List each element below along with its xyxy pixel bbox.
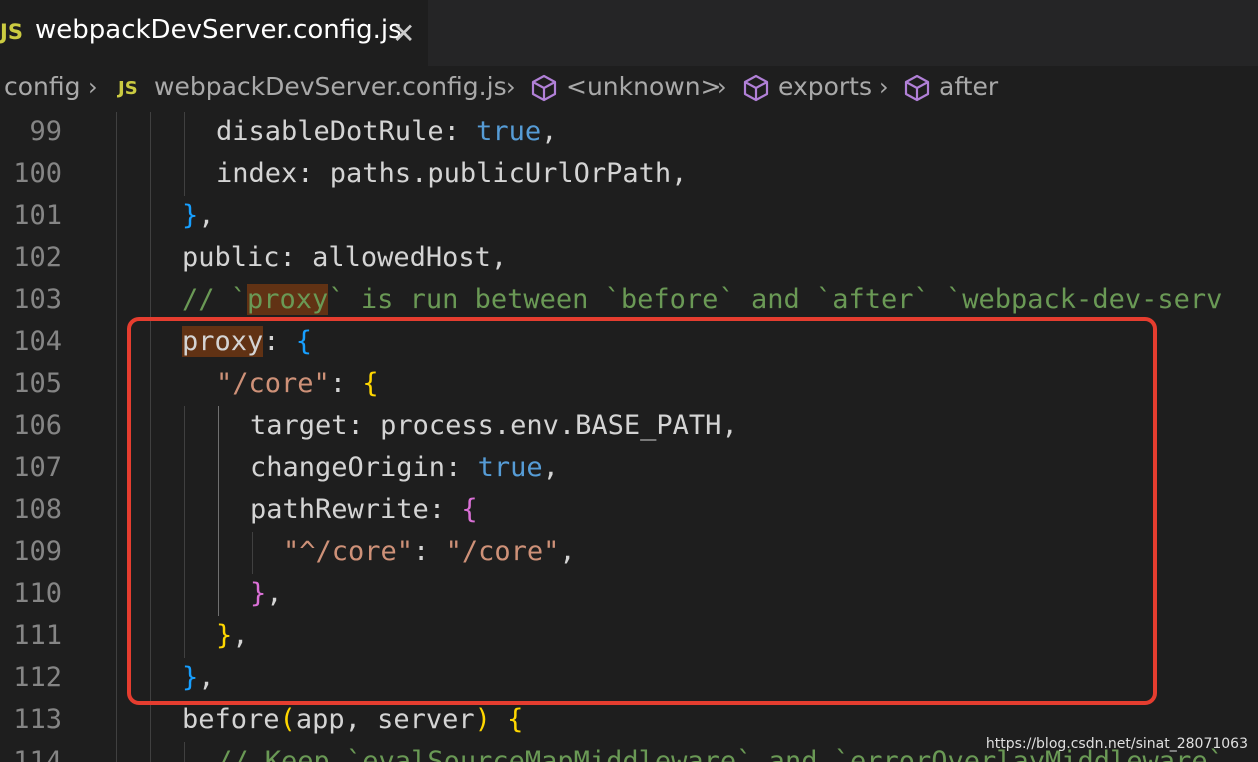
breadcrumb-item-file[interactable]: webpackDevServer.config.js bbox=[154, 72, 507, 101]
code-text: index: paths.publicUrlOrPath, bbox=[216, 158, 688, 189]
code-text: disableDotRule: true, bbox=[216, 116, 558, 147]
line-number: 103 bbox=[13, 284, 62, 315]
line-number: 102 bbox=[13, 242, 62, 273]
breadcrumb-item-exports[interactable]: exports bbox=[778, 72, 872, 101]
breadcrumb: config › JS webpackDevServer.config.js ›… bbox=[0, 66, 1258, 112]
code-line: 103 // `proxy` is run between `before` a… bbox=[0, 280, 1258, 322]
code-text: public: allowedHost, bbox=[182, 242, 508, 273]
line-number: 111 bbox=[13, 620, 62, 651]
line-number: 99 bbox=[29, 116, 62, 147]
chevron-right-icon: › bbox=[88, 73, 98, 101]
line-number: 107 bbox=[13, 452, 62, 483]
chevron-right-icon: › bbox=[506, 73, 516, 101]
line-number: 105 bbox=[13, 368, 62, 399]
breadcrumb-item-config[interactable]: config bbox=[4, 72, 81, 101]
code-text: }, bbox=[182, 200, 215, 231]
line-number: 108 bbox=[13, 494, 62, 525]
code-line: 102 public: allowedHost, bbox=[0, 238, 1258, 280]
tab-bar: JS webpackDevServer.config.js ✕ bbox=[0, 0, 1258, 66]
javascript-file-icon: JS bbox=[0, 20, 23, 44]
tab-title: webpackDevServer.config.js bbox=[35, 15, 402, 45]
watermark: https://blog.csdn.net/sinat_28071063 bbox=[985, 736, 1248, 752]
breadcrumb-item-unknown[interactable]: <unknown> bbox=[566, 72, 722, 101]
code-line: 99 disableDotRule: true, bbox=[0, 112, 1258, 154]
breadcrumb-item-after[interactable]: after bbox=[939, 72, 998, 101]
line-number: 114 bbox=[13, 746, 62, 762]
line-number: 100 bbox=[13, 158, 62, 189]
chevron-right-icon: › bbox=[717, 73, 727, 101]
line-number: 104 bbox=[13, 326, 62, 357]
javascript-file-icon: JS bbox=[118, 78, 138, 99]
symbol-cube-icon bbox=[743, 74, 769, 108]
line-number: 109 bbox=[13, 536, 62, 567]
code-line: 100 index: paths.publicUrlOrPath, bbox=[0, 154, 1258, 196]
line-number: 101 bbox=[13, 200, 62, 231]
line-number: 106 bbox=[13, 410, 62, 441]
line-number: 110 bbox=[13, 578, 62, 609]
close-icon[interactable]: ✕ bbox=[392, 17, 415, 50]
line-number: 112 bbox=[13, 662, 62, 693]
code-comment: // `proxy` is run between `before` and `… bbox=[182, 284, 1223, 315]
symbol-cube-icon bbox=[904, 74, 930, 108]
symbol-cube-icon bbox=[531, 74, 557, 108]
chevron-right-icon: › bbox=[879, 73, 889, 101]
code-text: before(app, server) { bbox=[182, 704, 524, 735]
code-line: 101 }, bbox=[0, 196, 1258, 238]
editor-tab[interactable]: JS webpackDevServer.config.js ✕ bbox=[0, 0, 428, 66]
line-number: 113 bbox=[13, 704, 62, 735]
annotation-highlight-box bbox=[127, 317, 1157, 705]
